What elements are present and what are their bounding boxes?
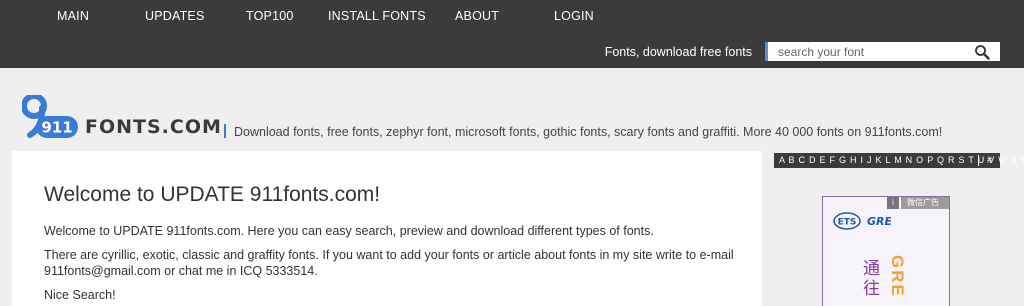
header-tagline: Fonts, download free fonts <box>604 45 752 59</box>
nav-login[interactable]: LOGIN <box>554 9 594 23</box>
nav-main[interactable]: MAIN <box>57 9 89 23</box>
site-description: Download fonts, free fonts, zephyr font,… <box>234 125 943 139</box>
alphabet-divider <box>978 155 979 166</box>
nav-about[interactable]: ABOUT <box>455 9 499 23</box>
magnifier-icon[interactable] <box>974 44 990 60</box>
top-bar: MAIN UPDATES TOP100 INSTALL FONTS ABOUT … <box>0 0 1024 68</box>
page-title: Welcome to UPDATE 911fonts.com! <box>44 183 381 206</box>
main-nav: MAIN UPDATES TOP100 INSTALL FONTS ABOUT … <box>0 9 1024 25</box>
ad-info-icon[interactable]: i <box>887 197 899 209</box>
alphabet-nav: A B C D E F G H I J K L M N O P Q R S T … <box>774 153 1024 168</box>
ad-banner[interactable]: i 微信广告 ETS GRE 通往 GRE <box>822 196 950 306</box>
nav-updates[interactable]: UPDATES <box>145 9 205 23</box>
logo-number: 911 <box>41 119 72 137</box>
closing-paragraph: Nice Search! <box>44 288 116 302</box>
gre-text: GRE <box>867 215 891 228</box>
intro-paragraph: Welcome to UPDATE 911fonts.com. Here you… <box>44 224 654 238</box>
header-separator <box>224 124 226 138</box>
logo-wordmark: FONTS.COM <box>85 116 222 138</box>
nav-top100[interactable]: TOP100 <box>246 9 294 23</box>
search-input[interactable] <box>778 43 968 60</box>
911-badge-icon: 911 <box>22 95 78 138</box>
alphabet-hash[interactable]: # <box>987 155 992 165</box>
ad-gre-vertical: GRE <box>888 255 907 298</box>
ets-gre-logo: ETS GRE <box>833 212 891 230</box>
ad-chinese-text: 通往 <box>863 259 880 298</box>
search-box <box>765 42 1000 61</box>
site-logo[interactable]: 911 FONTS.COM <box>22 95 222 139</box>
ad-label-text: 微信广告 <box>907 198 939 207</box>
nav-install-fonts[interactable]: INSTALL FONTS <box>328 9 426 23</box>
ets-text: ETS <box>838 218 857 228</box>
ad-label: i 微信广告 <box>887 197 949 209</box>
main-content: Welcome to UPDATE 911fonts.com! Welcome … <box>12 151 762 306</box>
info-paragraph: There are cyrillic, exotic, classic and … <box>44 248 734 278</box>
